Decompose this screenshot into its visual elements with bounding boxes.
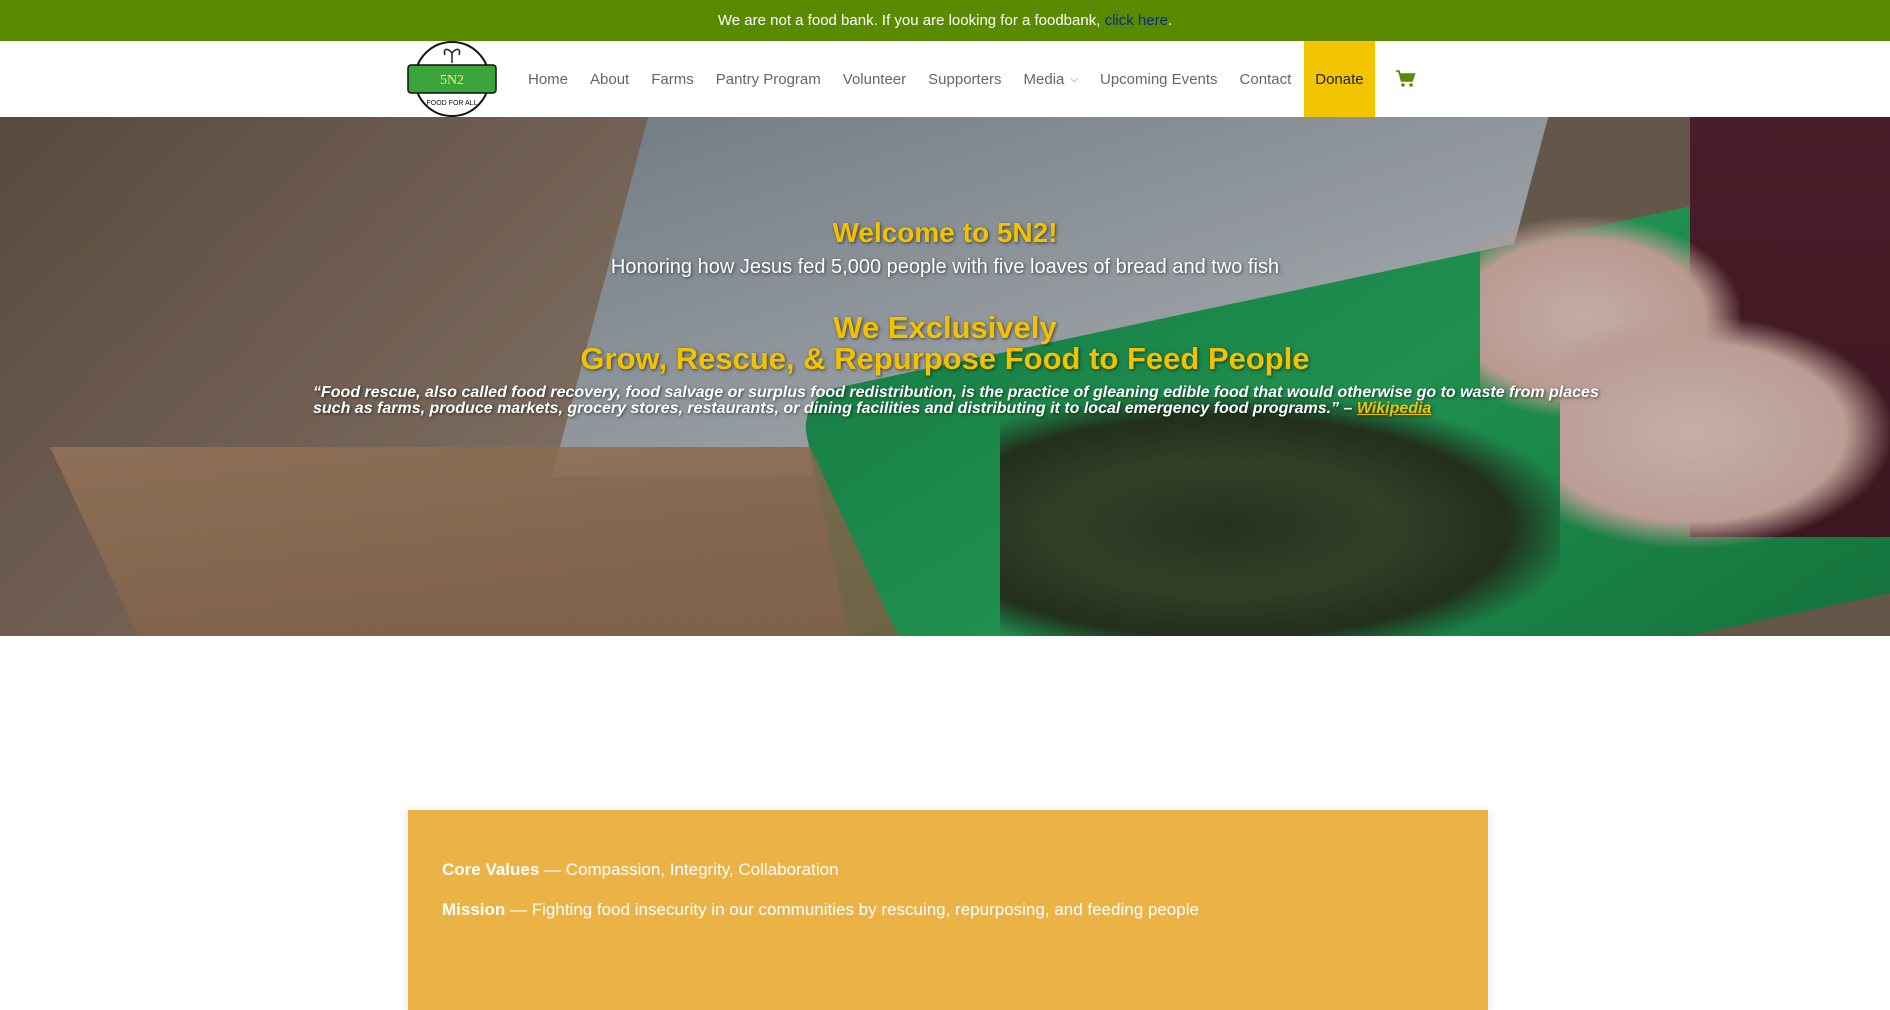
hero-content: Welcome to 5N2! Honoring how Jesus fed 5… — [0, 117, 1890, 636]
hero-heading: We Exclusively Grow, Rescue, & Repurpose… — [0, 312, 1890, 374]
hero-heading-line1: We Exclusively — [833, 310, 1057, 345]
hero-quote: “Food rescue, also called food recovery,… — [313, 385, 1603, 417]
nav-item-label: Farms — [651, 70, 694, 88]
logo-tagline: FOOD FOR ALL — [427, 100, 478, 107]
core-values: Core Values — Compassion, Integrity, Col… — [442, 860, 839, 880]
notice-text: We are not a food bank. If you are looki… — [717, 12, 1101, 29]
nav-item-label: About — [590, 70, 630, 88]
notice-link[interactable]: click here — [1105, 12, 1168, 29]
main-nav: Home About Farms Pantry Program Voluntee… — [517, 41, 1417, 117]
notice-suffix: . — [1167, 12, 1173, 29]
chevron-down-icon: ⌵ — [1070, 73, 1078, 85]
wikipedia-link[interactable]: Wikipedia — [1357, 400, 1432, 417]
nav-item-media[interactable]: Media ⌵ — [1024, 41, 1078, 117]
nav-item-label: Media — [1023, 70, 1065, 88]
hero-heading-line2: Grow, Rescue, & Repurpose Food to Feed P… — [580, 341, 1310, 376]
nav-item-contact[interactable]: Contact — [1240, 41, 1292, 117]
logo-name: 5N2 — [440, 73, 464, 88]
notice-bar: We are not a food bank. If you are looki… — [0, 0, 1890, 41]
site-logo[interactable]: 5N2 FOOD FOR ALL — [407, 41, 497, 117]
nav-item-pantry-program[interactable]: Pantry Program — [716, 41, 821, 117]
nav-item-label: Contact — [1239, 70, 1292, 88]
nav-item-label: Supporters — [928, 70, 1002, 88]
nav-item-label: Pantry Program — [715, 70, 821, 88]
nav-item-volunteer[interactable]: Volunteer — [843, 41, 906, 117]
nav-item-label: Upcoming Events — [1099, 70, 1218, 88]
values-card: Core Values — Compassion, Integrity, Col… — [408, 810, 1488, 1010]
donate-label: Donate — [1315, 70, 1364, 88]
nav-item-home[interactable]: Home — [528, 41, 568, 117]
donate-button[interactable]: Donate — [1304, 41, 1375, 117]
hero-section: Welcome to 5N2! Honoring how Jesus fed 5… — [0, 117, 1890, 636]
core-values-text: — Compassion, Integrity, Collaboration — [544, 860, 839, 879]
shopping-cart-icon[interactable] — [1395, 41, 1417, 117]
hero-title: Welcome to 5N2! — [832, 217, 1058, 248]
nav-item-about[interactable]: About — [590, 41, 629, 117]
mission-label: Mission — [442, 900, 506, 919]
mission: Mission — Fighting food insecurity in ou… — [442, 900, 1199, 920]
nav-item-label: Volunteer — [842, 70, 907, 88]
core-values-label: Core Values — [442, 860, 540, 879]
hero-subtitle: Honoring how Jesus fed 5,000 people with… — [610, 256, 1280, 278]
nav-item-farms[interactable]: Farms — [651, 41, 694, 117]
nav-item-upcoming-events[interactable]: Upcoming Events — [1100, 41, 1218, 117]
nav-item-label: Home — [528, 70, 569, 88]
mission-text: — Fighting food insecurity in our commun… — [510, 900, 1199, 919]
site-header: 5N2 FOOD FOR ALL Home About Farms Pantry… — [0, 41, 1890, 117]
nav-item-supporters[interactable]: Supporters — [928, 41, 1001, 117]
